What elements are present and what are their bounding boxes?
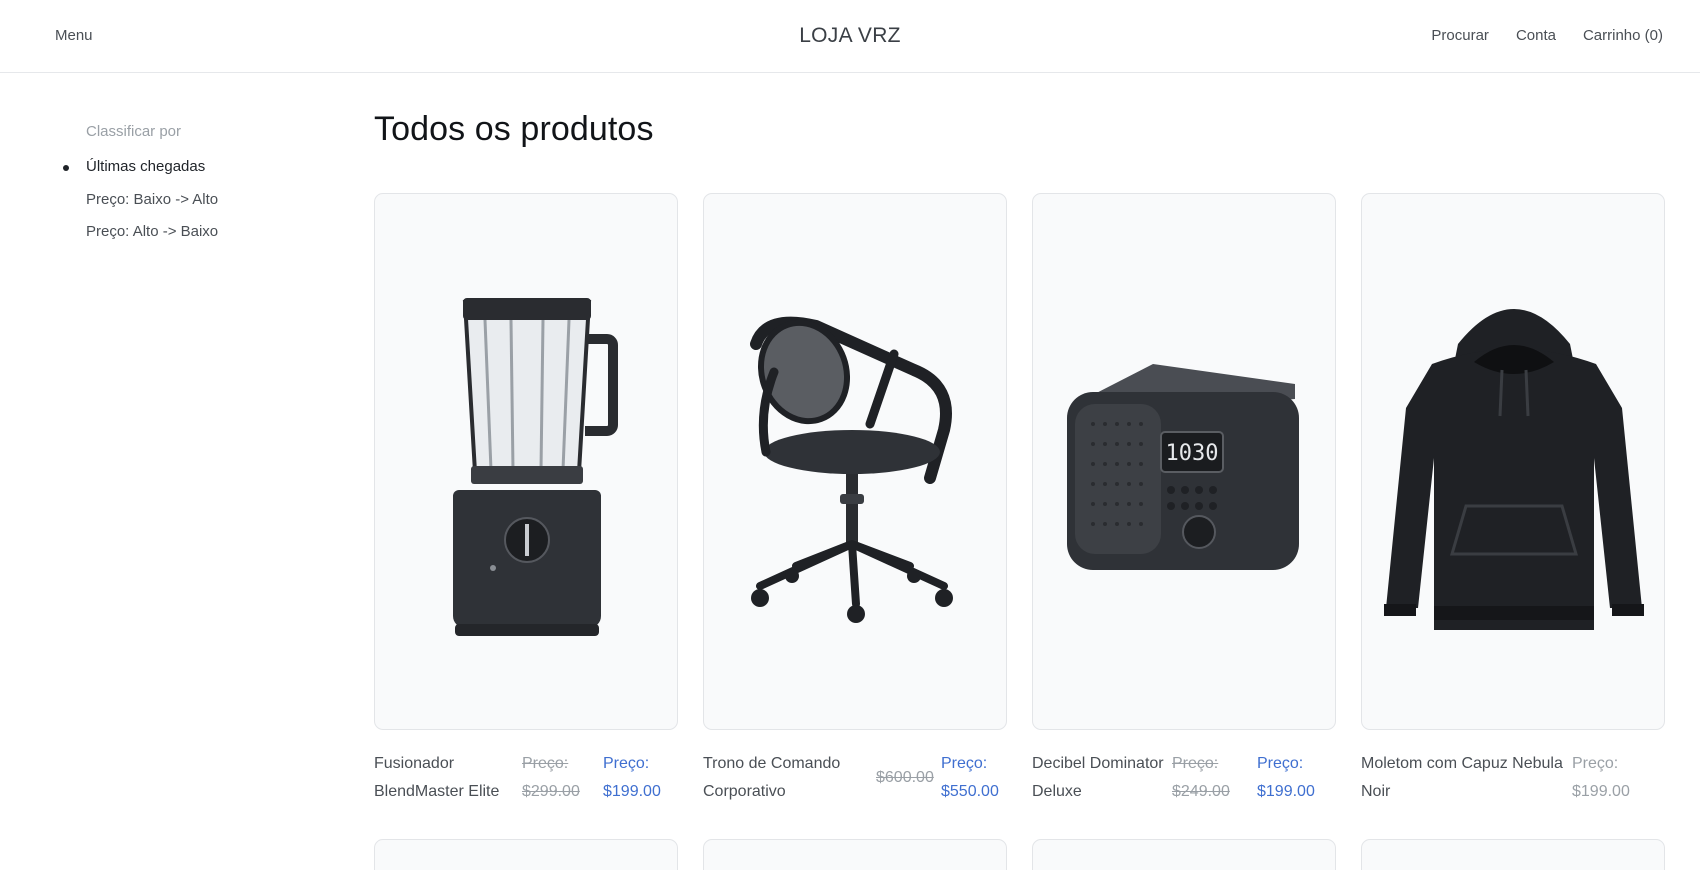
- product-card[interactable]: Trono de Comando Corporativo $600.00 Pre…: [703, 193, 1007, 810]
- original-price: $600.00: [876, 769, 934, 786]
- page-title: Todos os produtos: [374, 110, 654, 148]
- product-card[interactable]: [1361, 839, 1665, 870]
- product-name[interactable]: Trono de Comando Corporativo: [703, 750, 840, 806]
- product-card[interactable]: [1032, 839, 1336, 870]
- hoodie-icon: [1384, 309, 1644, 630]
- product-name[interactable]: Decibel Dominator Deluxe: [1032, 750, 1164, 806]
- product-info: Moletom com Capuz Nebula Noir Preço: $19…: [1361, 750, 1665, 810]
- product-image[interactable]: [374, 193, 678, 730]
- office-chair-icon: [750, 316, 953, 623]
- product-card[interactable]: Fusionador BlendMaster Elite Preço: $299…: [374, 193, 678, 810]
- cart-link[interactable]: Carrinho (0): [1583, 27, 1663, 44]
- search-link[interactable]: Procurar: [1431, 27, 1489, 44]
- header-nav: Procurar Conta Carrinho (0): [1431, 27, 1663, 44]
- original-price: Preço: $299.00: [522, 755, 580, 800]
- product-image[interactable]: [703, 193, 1007, 730]
- product-card[interactable]: [374, 839, 678, 870]
- original-price: Preço: $249.00: [1172, 755, 1230, 800]
- product-image[interactable]: [1361, 193, 1665, 730]
- sort-options-list: Últimas chegadas Preço: Baixo -> Alto Pr…: [62, 158, 218, 256]
- product-info: Trono de Comando Corporativo $600.00 Pre…: [703, 750, 1007, 810]
- sort-option-price-desc[interactable]: Preço: Alto -> Baixo: [86, 223, 218, 256]
- product-info: Decibel Dominator Deluxe Preço: $249.00 …: [1032, 750, 1336, 810]
- clock-display: 1030: [1166, 441, 1219, 466]
- sale-price: Preço: $199.00: [603, 755, 661, 800]
- product-image[interactable]: 1030: [1032, 193, 1336, 730]
- product-card[interactable]: Moletom com Capuz Nebula Noir Preço: $19…: [1361, 193, 1665, 810]
- blender-icon: [453, 298, 618, 636]
- site-header: Menu LOJA VRZ Procurar Conta Carrinho (0…: [0, 0, 1700, 73]
- product-name[interactable]: Fusionador BlendMaster Elite: [374, 750, 499, 806]
- product-name[interactable]: Moletom com Capuz Nebula Noir: [1361, 750, 1563, 806]
- account-link[interactable]: Conta: [1516, 27, 1556, 44]
- product-card[interactable]: [703, 839, 1007, 870]
- product-info: Fusionador BlendMaster Elite Preço: $299…: [374, 750, 678, 810]
- radio-clock-icon: 1030: [1067, 364, 1299, 570]
- sort-option-latest[interactable]: Últimas chegadas: [62, 158, 218, 191]
- sale-price: Preço: $199.00: [1257, 755, 1315, 800]
- product-card[interactable]: 1030 Decibel Dominator Deluxe Preço: $24…: [1032, 193, 1336, 810]
- sale-price: Preço: $199.00: [1572, 755, 1630, 800]
- sort-by-title: Classificar por: [86, 123, 182, 140]
- sort-option-price-asc[interactable]: Preço: Baixo -> Alto: [86, 191, 218, 224]
- sale-price: Preço: $550.00: [941, 755, 999, 800]
